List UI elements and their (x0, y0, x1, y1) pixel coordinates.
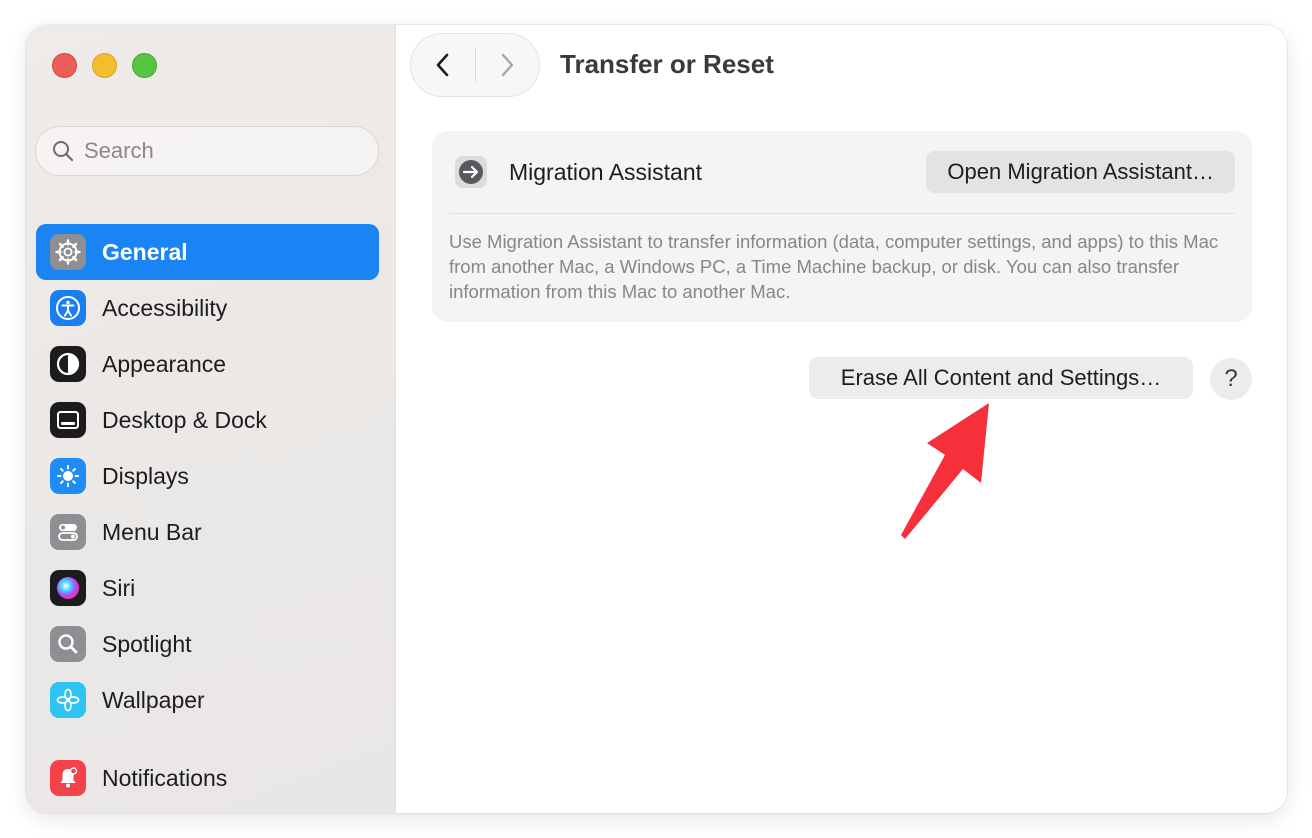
sidebar-item-spotlight[interactable]: Spotlight (36, 616, 379, 672)
flower-icon (50, 682, 86, 718)
open-migration-assistant-button[interactable]: Open Migration Assistant… (926, 151, 1235, 193)
gear-icon (50, 234, 86, 270)
sidebar-item-label: Notifications (102, 764, 228, 791)
card-divider (449, 213, 1235, 214)
menu-bar-icon (50, 514, 86, 550)
chevron-left-icon (436, 53, 449, 77)
settings-window: General Accessibility (26, 25, 1287, 813)
sidebar-item-accessibility[interactable]: Accessibility (36, 280, 379, 336)
close-button[interactable] (52, 53, 77, 78)
dock-icon (50, 402, 86, 438)
siri-icon (50, 570, 86, 606)
sidebar-item-label: Wallpaper (102, 686, 205, 713)
sun-icon (50, 458, 86, 494)
sidebar-item-label: Accessibility (102, 294, 228, 321)
content-pane: Transfer or Reset Migration Assistant Op… (397, 25, 1287, 813)
sidebar-item-siri[interactable]: Siri (36, 560, 379, 616)
magnifier-icon (50, 626, 86, 662)
sidebar-item-menu-bar[interactable]: Menu Bar (36, 504, 379, 560)
annotation-arrow-icon (901, 403, 989, 539)
search-input[interactable] (84, 138, 344, 164)
forward-button[interactable] (476, 33, 540, 97)
erase-all-content-button[interactable]: Erase All Content and Settings… (809, 357, 1193, 399)
migration-description: Use Migration Assistant to transfer info… (449, 231, 1219, 302)
sidebar-item-label: Spotlight (102, 630, 192, 657)
search-icon (53, 141, 74, 162)
sidebar-item-label: Desktop & Dock (102, 406, 267, 433)
sidebar: General Accessibility (26, 25, 396, 813)
migration-assistant-icon (452, 153, 490, 191)
search-field[interactable] (35, 126, 379, 176)
sidebar-item-label: General (102, 238, 188, 265)
sidebar-item-appearance[interactable]: Appearance (36, 336, 379, 392)
zoom-button[interactable] (132, 53, 157, 78)
sidebar-item-wallpaper[interactable]: Wallpaper (36, 672, 379, 728)
sidebar-item-general[interactable]: General (36, 224, 379, 280)
migration-card: Migration Assistant Open Migration Assis… (432, 131, 1252, 322)
sidebar-item-label: Siri (102, 574, 136, 601)
accessibility-icon (50, 290, 86, 326)
chevron-right-icon (502, 53, 514, 77)
help-button[interactable]: ? (1210, 358, 1252, 400)
window-controls (52, 53, 157, 78)
sidebar-item-displays[interactable]: Displays (36, 448, 379, 504)
migration-row: Migration Assistant Open Migration Assis… (432, 131, 1252, 213)
appearance-icon (50, 346, 86, 382)
sidebar-item-desktop-dock[interactable]: Desktop & Dock (36, 392, 379, 448)
sidebar-item-label: Menu Bar (102, 518, 202, 545)
back-button[interactable] (411, 33, 475, 97)
migration-assistant-label: Migration Assistant (509, 158, 703, 185)
sidebar-item-label: Appearance (102, 350, 227, 377)
navigation-buttons (410, 33, 540, 97)
sidebar-nav: General Accessibility Appearance Desktop… (36, 224, 379, 806)
minimize-button[interactable] (92, 53, 117, 78)
bell-icon (50, 760, 86, 796)
page-title: Transfer or Reset (560, 49, 774, 79)
sidebar-item-notifications[interactable]: Notifications (36, 750, 379, 806)
sidebar-item-label: Displays (102, 462, 189, 489)
